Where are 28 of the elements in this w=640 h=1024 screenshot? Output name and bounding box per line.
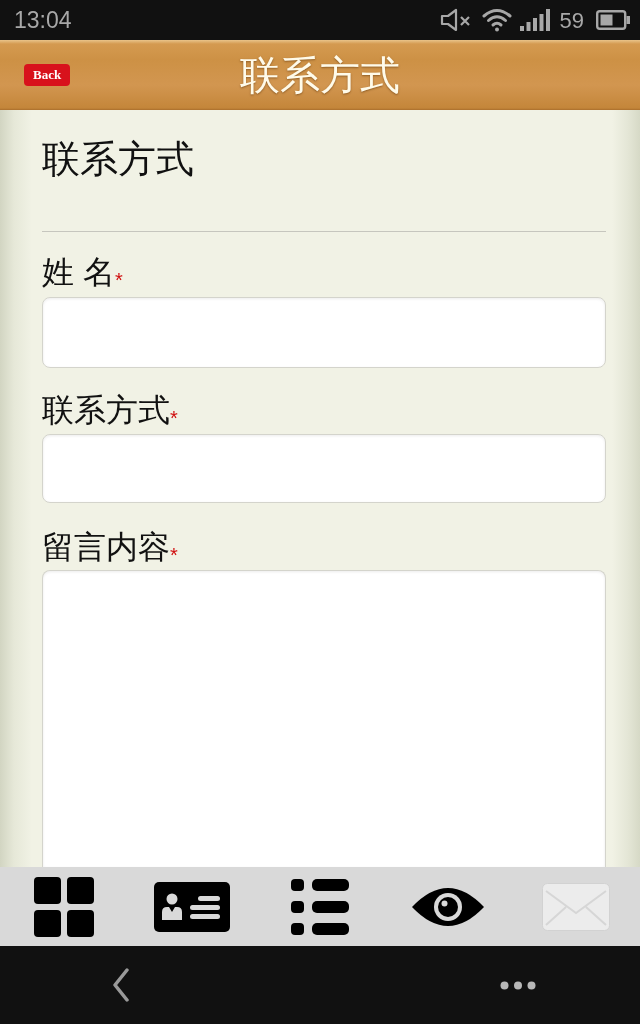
field-label: 联系方式	[42, 391, 170, 430]
required-mark: *	[114, 270, 123, 290]
input-field[interactable]	[42, 297, 606, 368]
id-card-icon	[154, 881, 230, 932]
list-icon	[291, 878, 349, 935]
wifi-icon	[481, 8, 512, 32]
three-dots-icon	[500, 980, 536, 990]
page-title: 联系方式	[240, 52, 400, 99]
battery-percent: 59	[559, 6, 584, 35]
tab-button[interactable]	[34, 876, 94, 937]
field-label: 留言内容	[42, 528, 170, 567]
input-field[interactable]	[42, 434, 606, 503]
field-label: 姓 名	[42, 253, 115, 292]
eye-icon	[412, 886, 484, 927]
battery-icon	[596, 10, 630, 30]
tab-button[interactable]	[412, 886, 484, 927]
required-mark: *	[170, 408, 178, 428]
muted-speaker-icon	[439, 8, 472, 32]
grid-icon	[34, 876, 94, 937]
clock-time: 13:04	[14, 5, 72, 35]
tab-button[interactable]	[154, 881, 230, 932]
envelope-icon	[542, 882, 610, 931]
signal-bars-icon	[519, 9, 550, 31]
required-mark: *	[170, 545, 178, 565]
form-heading: 联系方式	[42, 137, 195, 182]
tab-button[interactable]	[291, 878, 349, 935]
back-button[interactable]: Back	[24, 64, 71, 86]
chevron-left-icon	[112, 968, 130, 1002]
